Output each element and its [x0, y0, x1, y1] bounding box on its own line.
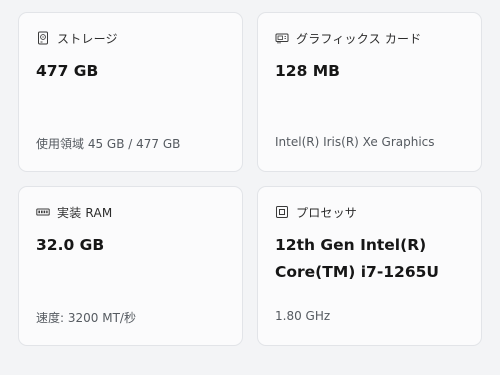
- processor-card[interactable]: プロセッサ 12th Gen Intel(R) Core(TM) i7-1265…: [257, 186, 482, 346]
- storage-card-title: ストレージ: [57, 31, 118, 46]
- ram-card[interactable]: 実装 RAM 32.0 GB 速度: 3200 MT/秒: [18, 186, 243, 346]
- storage-usage-text: 使用領域 45 GB / 477 GB: [36, 137, 181, 151]
- graphics-card-icon: [275, 31, 289, 45]
- storage-capacity-value: 477 GB: [36, 58, 98, 85]
- processor-card-header: プロセッサ: [275, 203, 357, 221]
- graphics-card[interactable]: グラフィックス カード 128 MB Intel(R) Iris(R) Xe G…: [257, 12, 482, 172]
- processor-card-title: プロセッサ: [296, 205, 358, 220]
- storage-drive-icon: [36, 31, 50, 45]
- storage-capacity-line: 477 GB: [36, 62, 99, 80]
- ram-amount-line: 32.0 GB: [36, 236, 105, 254]
- storage-card-header: ストレージ: [36, 29, 118, 47]
- processor-name-line-2: Core(TM) i7-1265U: [275, 263, 439, 281]
- graphics-memory-line: 128 MB: [275, 62, 340, 80]
- graphics-card-header: グラフィックス カード: [275, 29, 421, 47]
- graphics-adapter-name: Intel(R) Iris(R) Xe Graphics: [275, 135, 435, 149]
- ram-speed-text: 速度: 3200 MT/秒: [36, 311, 136, 325]
- processor-name-line-1: 12th Gen Intel(R): [275, 236, 427, 254]
- storage-card[interactable]: ストレージ 477 GB 使用領域 45 GB / 477 GB: [18, 12, 243, 172]
- processor-clock-speed: 1.80 GHz: [275, 309, 331, 323]
- processor-name-value: 12th Gen Intel(R) Core(TM) i7-1265U: [275, 232, 439, 286]
- memory-ram-icon: [36, 205, 50, 219]
- processor-chip-icon: [275, 205, 289, 219]
- ram-card-header: 実装 RAM: [36, 203, 112, 221]
- ram-card-title: 実装 RAM: [57, 205, 113, 220]
- ram-amount-value: 32.0 GB: [36, 232, 104, 259]
- graphics-card-title: グラフィックス カード: [296, 31, 422, 46]
- graphics-memory-value: 128 MB: [275, 58, 340, 85]
